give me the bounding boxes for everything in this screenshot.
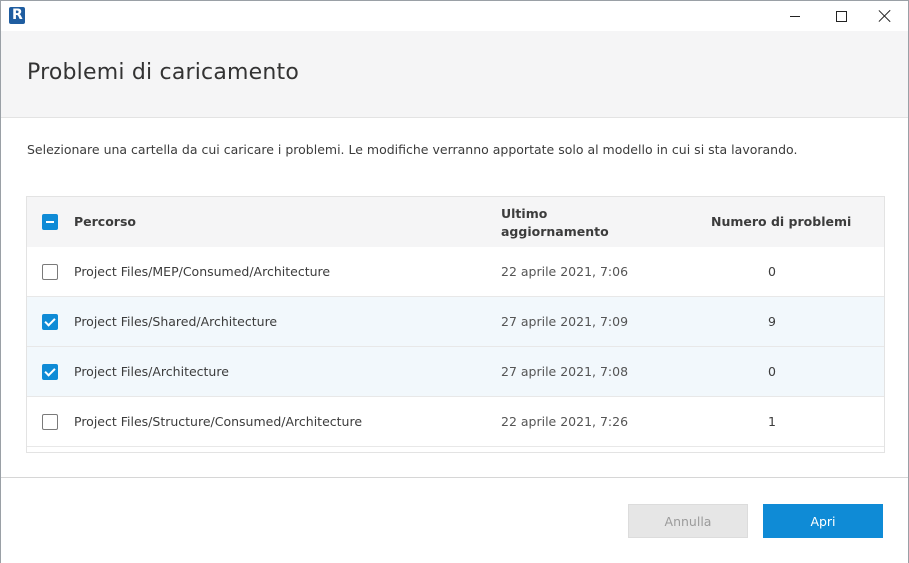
close-button[interactable]: [862, 1, 908, 31]
select-all-checkbox[interactable]: [42, 214, 58, 230]
table-row[interactable]: Project Files/Shared/Architecture 27 apr…: [27, 297, 884, 347]
row-path: Project Files/MEP/Consumed/Architecture: [74, 264, 331, 279]
row-count: 1: [768, 414, 776, 429]
title-bar: R: [1, 1, 908, 31]
maximize-button[interactable]: [818, 1, 864, 31]
dialog-title: Problemi di caricamento: [27, 60, 300, 85]
dialog-footer: Annulla Apri: [1, 477, 908, 563]
dialog-header: Problemi di caricamento: [1, 31, 908, 118]
minimize-icon: [790, 15, 800, 17]
row-updated: 22 aprile 2021, 7:06: [501, 264, 629, 279]
row-path: Project Files/Structure/Consumed/Archite…: [74, 414, 363, 429]
row-count: 9: [768, 314, 776, 329]
row-path: Project Files/Architecture: [74, 364, 229, 379]
table-row[interactable]: Project Files/MEP/Consumed/Architecture …: [27, 247, 884, 297]
column-header-path[interactable]: Percorso: [74, 214, 136, 229]
row-checkbox[interactable]: [42, 364, 58, 380]
column-header-updated-line1[interactable]: Ultimo: [501, 206, 547, 221]
row-updated: 27 aprile 2021, 7:08: [501, 364, 629, 379]
row-checkbox[interactable]: [42, 314, 58, 330]
description-text: Selezionare una cartella da cui caricare…: [27, 142, 798, 157]
table-row[interactable]: Project Files/Structure/Consumed/Archite…: [27, 397, 884, 447]
cancel-button[interactable]: Annulla: [628, 504, 748, 538]
table-row[interactable]: Project Files/Architecture 27 aprile 202…: [27, 347, 884, 397]
row-updated: 22 aprile 2021, 7:26: [501, 414, 629, 429]
table-header: Percorso Ultimo aggiornamento Numero di …: [27, 197, 884, 248]
maximize-icon: [835, 10, 847, 22]
revit-app-icon: R: [9, 7, 25, 24]
row-count: 0: [768, 264, 776, 279]
row-checkbox[interactable]: [42, 264, 58, 280]
row-count: 0: [768, 364, 776, 379]
row-updated: 27 aprile 2021, 7:09: [501, 314, 629, 329]
folders-table: Percorso Ultimo aggiornamento Numero di …: [26, 196, 885, 453]
dialog-window: R Problemi di caricamento Selezionare un…: [0, 0, 909, 563]
column-header-count[interactable]: Numero di problemi: [711, 214, 851, 229]
column-header-updated-line2[interactable]: aggiornamento: [501, 224, 609, 239]
app-icon-letter: R: [12, 7, 23, 23]
close-icon: [879, 10, 891, 22]
row-checkbox[interactable]: [42, 414, 58, 430]
row-path: Project Files/Shared/Architecture: [74, 314, 278, 329]
open-button[interactable]: Apri: [763, 504, 883, 538]
minimize-button[interactable]: [772, 1, 818, 31]
